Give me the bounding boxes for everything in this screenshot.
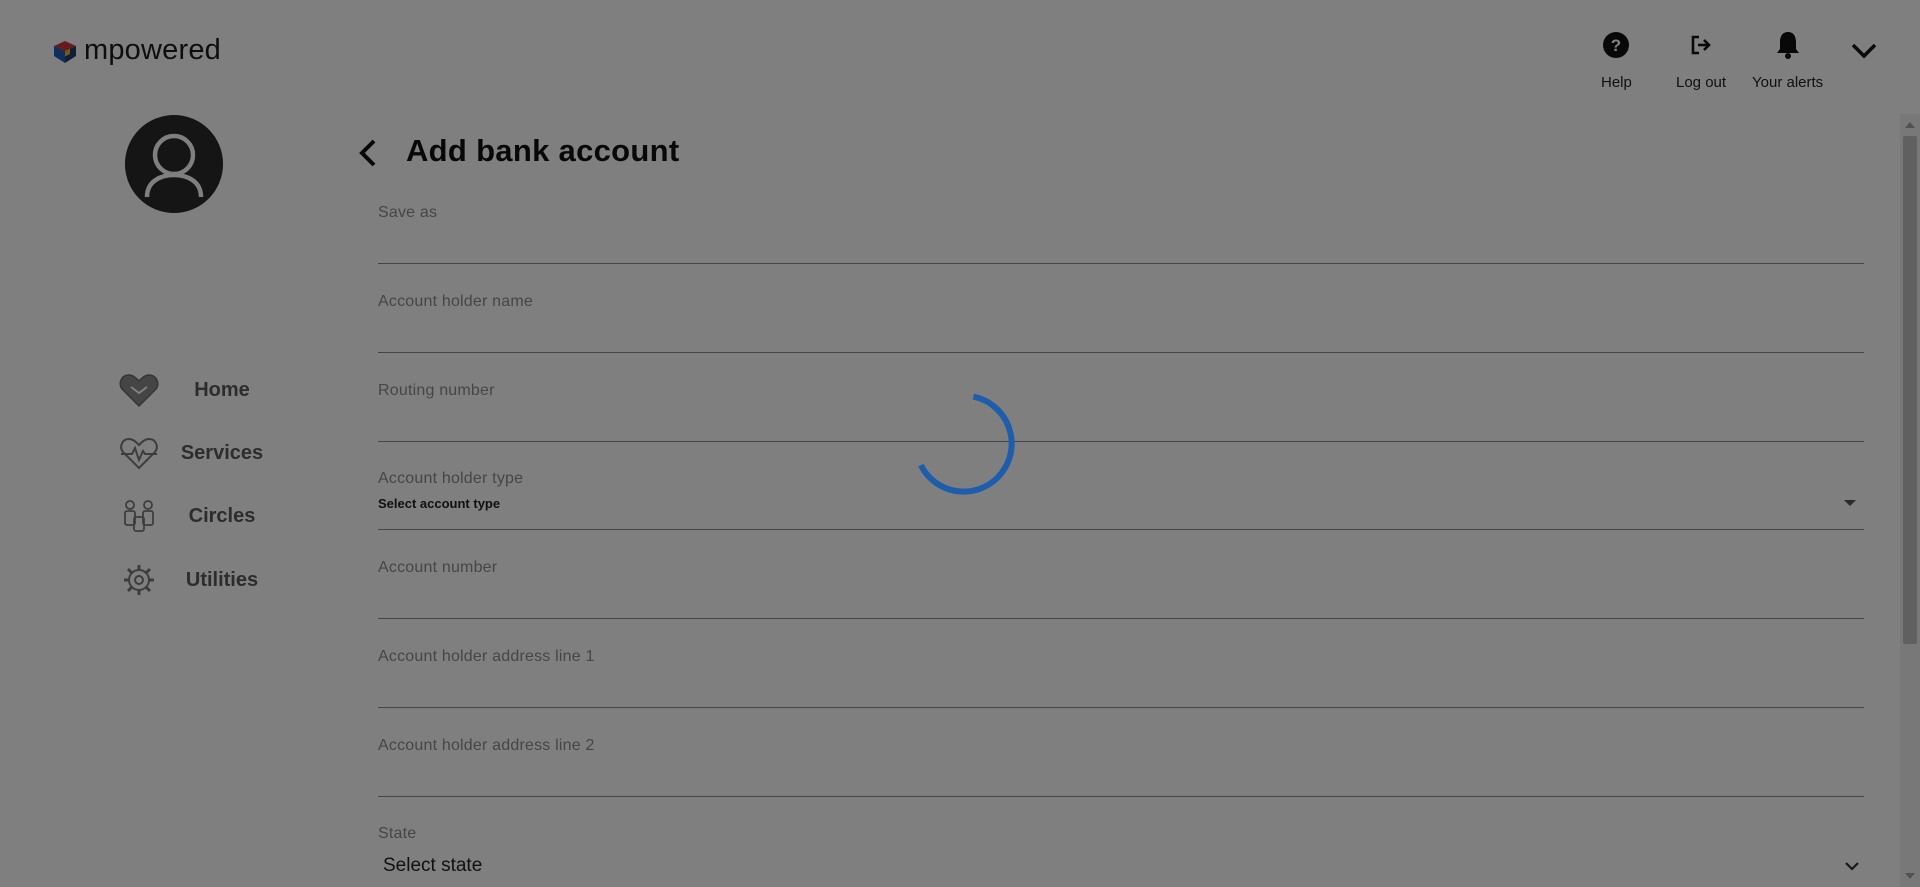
loading-spinner-icon: [918, 393, 1015, 495]
page: mpowered ? Help Log out: [0, 0, 1920, 887]
